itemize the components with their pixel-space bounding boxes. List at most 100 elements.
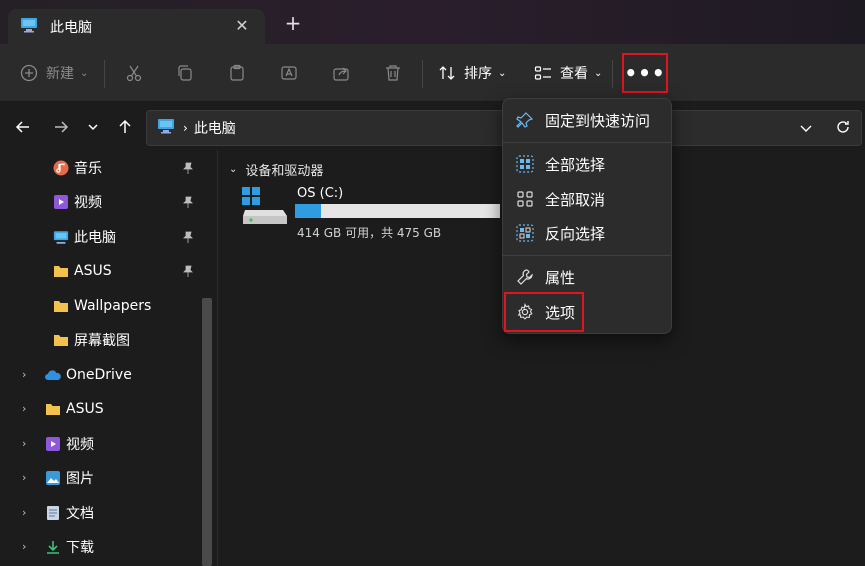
delete-button[interactable] [384,58,402,88]
delete-icon [384,64,402,82]
rename-button[interactable] [280,58,298,88]
menu-item-properties[interactable]: 属性 [507,261,667,293]
sidebar-item-label: ASUS [66,401,104,417]
refresh-icon [837,121,849,133]
refresh-button[interactable] [835,119,851,139]
sidebar-item-label: Wallpapers [74,298,152,314]
section-title: 设备和驱动器 [245,164,324,179]
sidebar-item-label: 音乐 [74,161,102,177]
pin-icon [182,162,196,176]
sidebar-item-onedrive[interactable]: OneDrive [44,360,132,390]
menu-item-select-none[interactable]: 全部取消 [507,183,667,215]
sidebar-item-downloads[interactable]: 下载 [44,532,94,562]
plus-circle-icon [20,64,38,82]
sidebar-item-label: OneDrive [66,367,132,383]
expand-chevron-icon[interactable]: › [22,402,26,415]
expand-chevron-icon[interactable]: › [22,540,26,553]
pin-icon [182,265,196,279]
breadcrumb-separator: › [183,121,188,135]
paste-button[interactable] [228,58,246,88]
folder-icon [52,262,70,280]
menu-item-label: 选项 [545,303,576,322]
back-button[interactable] [12,116,34,138]
chevron-down-icon: ⌄ [80,67,89,79]
address-dropdown-button[interactable] [799,120,813,139]
sidebar-item-videos-tree[interactable]: 视频 [44,429,94,459]
sidebar-item-music[interactable]: 音乐 [52,153,102,183]
menu-item-options[interactable]: 选项 [507,296,667,328]
more-icon: ••• [624,61,666,85]
menu-item-invert-selection[interactable]: 反向选择 [507,217,667,249]
folder-icon [52,297,70,315]
copy-button[interactable] [176,58,194,88]
menu-item-label: 属性 [545,268,576,287]
up-button[interactable] [114,116,136,138]
sidebar-item-videos[interactable]: 视频 [52,187,102,217]
sidebar-item-asus[interactable]: ASUS [44,394,104,424]
chevron-down-icon [88,124,98,131]
view-label: 查看 [560,66,588,82]
share-button[interactable] [332,58,350,88]
new-tab-button[interactable]: + [283,13,303,33]
select-all-icon [515,154,535,174]
address-row: › 此电脑 [0,102,865,150]
devices-section-header[interactable]: ⌄ 设备和驱动器 [229,160,323,179]
see-more-button[interactable]: ••• [622,53,668,93]
share-icon [332,64,350,82]
sidebar-item-this-pc[interactable]: 此电脑 [52,222,116,252]
folder-icon [44,400,62,418]
menu-item-pin-to-quick-access[interactable]: 固定到快速访问 [507,104,667,136]
menu-item-label: 固定到快速访问 [545,111,651,130]
sidebar-item-label: 屏幕截图 [74,333,130,349]
menu-item-label: 反向选择 [545,224,606,243]
cut-button[interactable] [125,58,143,88]
drive-free-space: 414 GB 可用，共 475 GB [297,226,442,240]
new-button[interactable]: 新建 ⌄ [20,58,88,88]
arrow-left-icon [15,121,29,133]
sidebar-item-asus-quick[interactable]: ASUS [52,256,112,286]
gear-icon [515,302,535,322]
forward-button[interactable] [50,116,72,138]
drive-usage-bar [295,204,500,218]
sidebar-item-pictures[interactable]: 图片 [44,463,94,493]
menu-item-label: 全部取消 [545,190,606,209]
sort-button[interactable]: 排序 ⌄ [438,58,506,88]
drive-item-c[interactable]: OS (C:) 414 GB 可用，共 475 GB [241,184,511,244]
sidebar-item-label: 视频 [74,195,102,211]
breadcrumb-this-pc[interactable]: 此电脑 [194,118,236,138]
expand-chevron-icon[interactable]: › [22,437,26,450]
menu-item-label: 全部选择 [545,155,606,174]
menu-divider [503,255,671,256]
drive-usage-fill [295,204,322,218]
expand-chevron-icon[interactable]: › [22,471,26,484]
computer-icon [20,17,38,37]
new-label: 新建 [46,66,74,82]
sort-icon [438,64,456,82]
navigation-pane: 音乐 视频 此电脑 ASUS Wallpapers 屏幕截图 › OneDriv… [0,150,218,566]
expand-chevron-icon[interactable]: › [22,368,26,381]
expand-chevron-icon[interactable]: › [22,506,26,519]
wrench-icon [515,267,535,287]
sidebar-item-label: 图片 [66,471,94,487]
sidebar-scrollbar[interactable] [202,298,212,566]
paste-icon [228,64,246,82]
sidebar-item-label: 视频 [66,437,94,453]
sidebar-item-screenshots[interactable]: 屏幕截图 [52,325,130,355]
pin-icon [515,110,535,130]
rename-icon [280,64,298,82]
folder-icon [52,331,70,349]
sidebar-item-documents[interactable]: 文档 [44,498,94,528]
menu-item-select-all[interactable]: 全部选择 [507,148,667,180]
recent-locations-button[interactable] [82,116,104,138]
tab-this-pc[interactable]: 此电脑 ✕ [8,9,265,44]
sidebar-item-label: 此电脑 [74,230,116,246]
sidebar-item-wallpapers[interactable]: Wallpapers [52,291,151,321]
video-icon [44,435,62,453]
command-bar: 新建 ⌄ 排序 ⌄ 查看 ⌄ ••• [0,44,865,102]
toolbar-divider [104,60,105,88]
onedrive-icon [44,366,62,384]
cut-icon [125,64,143,82]
pin-icon [182,196,196,210]
close-tab-icon[interactable]: ✕ [233,17,251,35]
view-button[interactable]: 查看 ⌄ [534,58,602,88]
